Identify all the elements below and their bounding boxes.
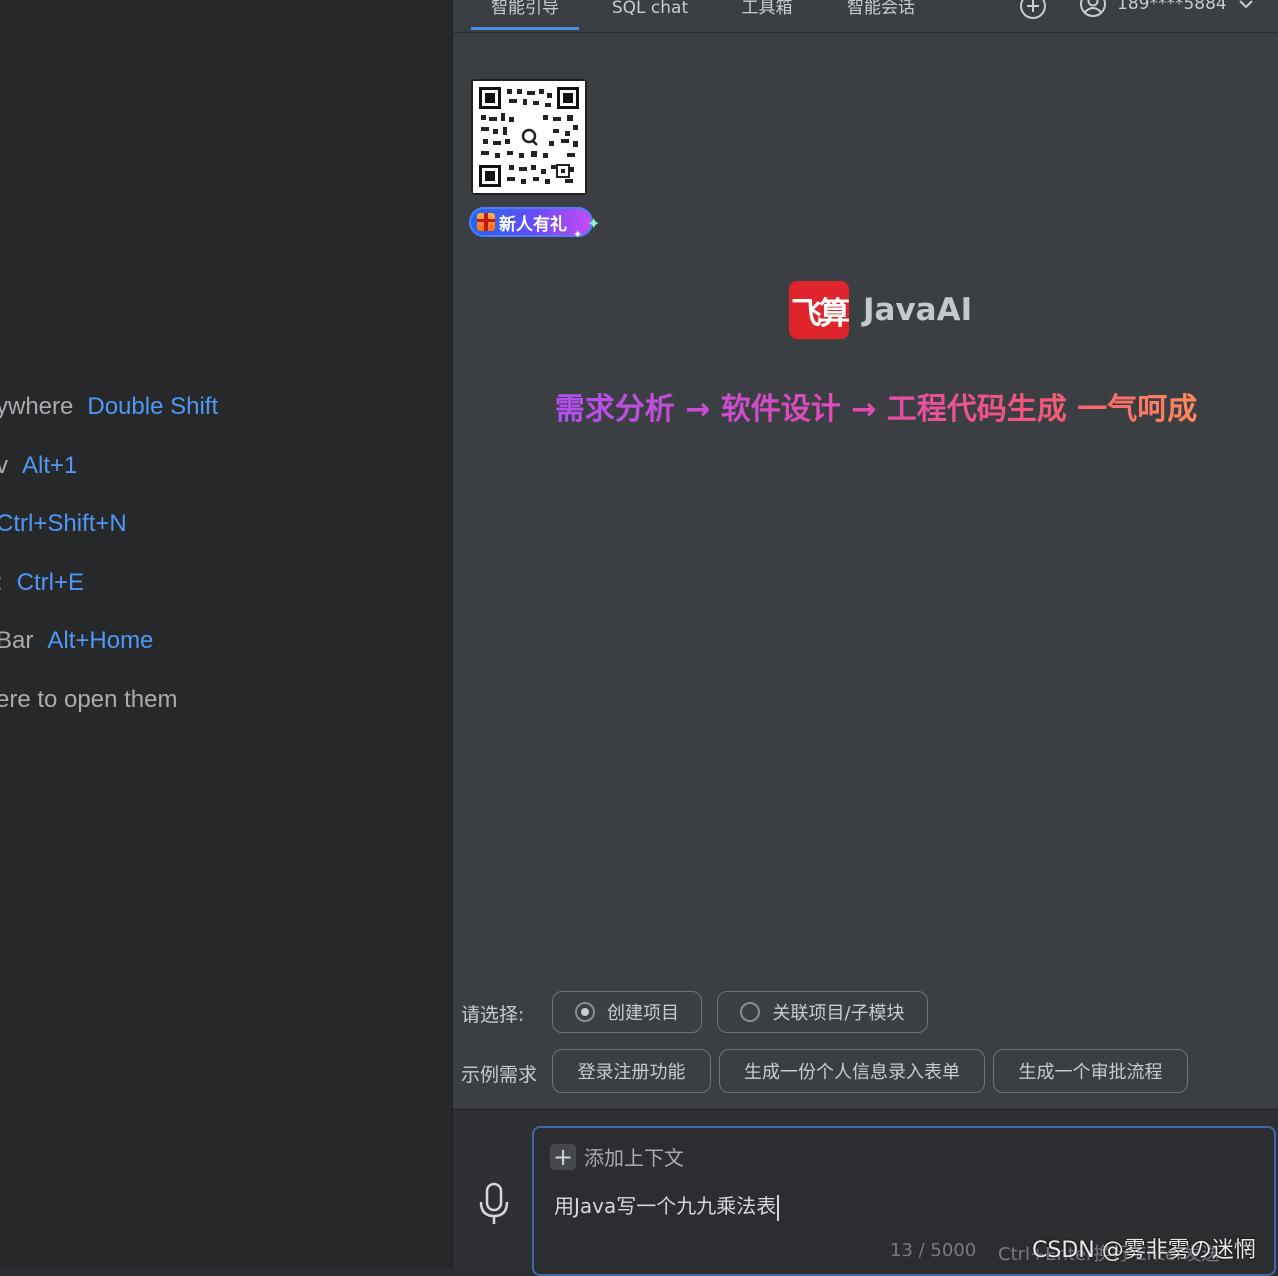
hint-go-to-file: Ctrl+Shift+N xyxy=(0,510,127,538)
example-personal-info-form[interactable]: 生成一份个人信息录入表单 xyxy=(719,1049,985,1093)
tab-bar: 智能引导 SQL chat 工具箱 智能会话 189****5884 xyxy=(453,0,1278,33)
hint-navigation-bar: Bar Alt+Home xyxy=(0,627,153,655)
hint-project-view: v Alt+1 xyxy=(0,452,77,480)
feisuan-logo-icon: 飞算 xyxy=(789,281,850,339)
char-count: 13 / 5000 xyxy=(890,1240,977,1261)
option-label: 关联项目/子模块 xyxy=(772,1003,905,1024)
plus-icon: + xyxy=(550,1143,576,1171)
csdn-watermark: CSDN @雾非雾の迷惘 xyxy=(1032,1238,1256,1263)
add-context-button[interactable]: + 添加上下文 xyxy=(550,1142,684,1171)
option-link-project-module[interactable]: 关联项目/子模块 xyxy=(717,991,928,1033)
microphone-icon[interactable] xyxy=(477,1182,511,1226)
javaai-tool-window: 智能引导 SQL chat 工具箱 智能会话 189****5884 新人有礼 … xyxy=(452,0,1278,1276)
tab-sql-chat[interactable]: SQL chat xyxy=(599,0,701,28)
hint-search-everywhere: ywhere Double Shift xyxy=(0,393,218,421)
example-login-register[interactable]: 登录注册功能 xyxy=(552,1049,711,1093)
hint-action: ywhere xyxy=(0,393,74,420)
tab-toolbox[interactable]: 工具箱 xyxy=(725,0,809,28)
chevron-down-icon[interactable] xyxy=(1237,0,1255,13)
tab-smart-guide[interactable]: 智能引导 xyxy=(471,0,579,30)
gift-icon xyxy=(477,213,495,231)
hint-shortcut: Alt+1 xyxy=(22,452,78,479)
user-avatar-icon xyxy=(1080,0,1106,17)
hint-action: ere to open them xyxy=(0,686,178,713)
radio-unchecked-icon[interactable] xyxy=(740,1002,761,1022)
example-approval-flow[interactable]: 生成一个审批流程 xyxy=(993,1049,1188,1093)
selection-label: 请选择: xyxy=(461,1004,525,1026)
hint-action: Bar xyxy=(0,627,34,654)
hint-shortcut: Double Shift xyxy=(87,393,219,420)
radio-checked-icon[interactable] xyxy=(575,1002,595,1022)
editor-empty-pane: ywhere Double Shift v Alt+1 Ctrl+Shift+N :… xyxy=(0,0,452,1269)
chat-input-value: 用Java写一个九九乘法表 xyxy=(554,1194,777,1218)
sparkle-icon: ✦ xyxy=(573,228,583,241)
brand-logo: 飞算 JavaAI xyxy=(789,281,972,339)
gift-badge-label: 新人有礼 xyxy=(499,214,567,235)
hint-action: : xyxy=(0,569,3,596)
hint-action: v xyxy=(0,452,8,479)
examples-label: 示例需求 xyxy=(461,1064,538,1086)
add-context-label: 添加上下文 xyxy=(584,1146,684,1170)
user-phone: 189****5884 xyxy=(1117,0,1227,14)
hint-shortcut: Ctrl+E xyxy=(16,569,85,596)
chat-input-field[interactable]: 用Java写一个九九乘法表 xyxy=(554,1190,780,1221)
sparkle-icon: ✦ xyxy=(587,214,601,233)
tab-smart-session[interactable]: 智能会话 xyxy=(831,0,931,28)
option-create-project[interactable]: 创建项目 xyxy=(552,991,702,1033)
text-caret xyxy=(777,1194,780,1221)
hint-shortcut: Alt+Home xyxy=(47,627,154,654)
option-label: 创建项目 xyxy=(607,1003,679,1024)
hint-recent-files: : Ctrl+E xyxy=(0,569,84,597)
tagline: 需求分析 → 软件设计 → 工程代码生成 一气呵成 xyxy=(553,384,1199,428)
qr-code[interactable] xyxy=(471,79,587,195)
brand-name: JavaAI xyxy=(863,292,973,328)
user-account[interactable]: 189****5884 xyxy=(1079,0,1255,18)
qr-code-image xyxy=(473,81,585,193)
new-session-icon[interactable] xyxy=(1019,0,1047,20)
hint-shortcut: Ctrl+Shift+N xyxy=(0,510,127,537)
hint-drop-files: ere to open them xyxy=(0,686,177,714)
